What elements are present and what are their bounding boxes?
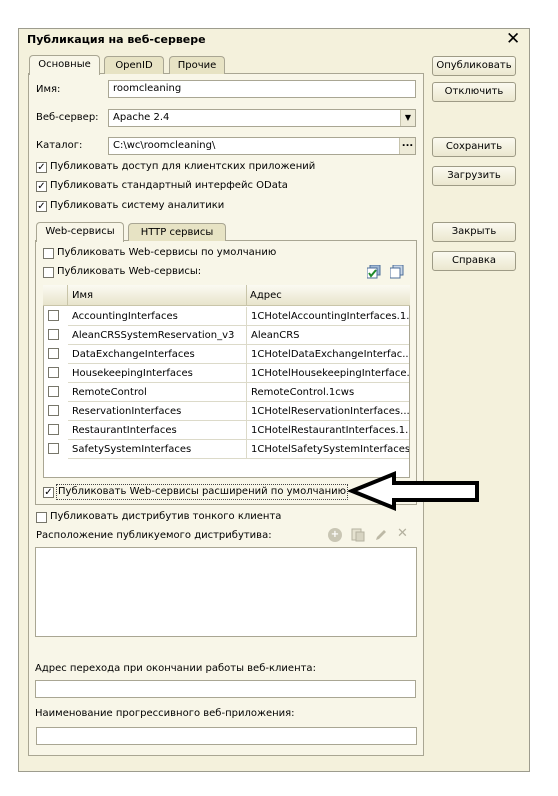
- publish-ws-checkbox[interactable]: [43, 267, 54, 278]
- table-row[interactable]: AccountingInterfaces 1CHotelAccountingIn…: [44, 307, 409, 326]
- row-checkbox[interactable]: [48, 367, 59, 378]
- row-name: HousekeepingInterfaces: [68, 364, 246, 383]
- column-header-name[interactable]: Имя: [72, 290, 93, 301]
- distr-location-label: Расположение публикуемого дистрибутива:: [36, 530, 272, 541]
- row-checkbox[interactable]: [48, 386, 59, 397]
- publish-analytics-label: Публиковать систему аналитики: [50, 200, 225, 211]
- table-row[interactable]: SafetySystemInterfaces 1CHotelSafetySyst…: [44, 440, 409, 459]
- table-row[interactable]: RemoteControl RemoteControl.1cws: [44, 383, 409, 402]
- publish-thin-client-label: Публиковать дистрибутив тонкого клиента: [50, 511, 282, 522]
- tab-other[interactable]: Прочие: [169, 56, 225, 74]
- name-input[interactable]: roomcleaning: [108, 80, 416, 98]
- publish-analytics-checkbox[interactable]: ✓: [36, 201, 47, 212]
- row-address: 1CHotelHousekeepingInterface...: [246, 364, 409, 383]
- table-row[interactable]: HousekeepingInterfaces 1CHotelHousekeepi…: [44, 364, 409, 383]
- table-header: [43, 285, 410, 306]
- publish-ws-extensions-label: Публиковать Web-сервисы расширений по ум…: [56, 484, 349, 500]
- edit-icon[interactable]: [374, 528, 388, 542]
- column-header-address[interactable]: Адрес: [250, 290, 282, 301]
- publish-ws-default-checkbox[interactable]: [43, 248, 54, 259]
- unpublish-button[interactable]: Отключить: [432, 82, 516, 102]
- row-checkbox[interactable]: [48, 310, 59, 321]
- save-button[interactable]: Сохранить: [432, 137, 516, 157]
- row-name: RemoteControl: [68, 383, 246, 402]
- row-name: RestaurantInterfaces: [68, 421, 246, 440]
- row-checkbox[interactable]: [48, 443, 59, 454]
- exit-url-input[interactable]: [35, 680, 416, 698]
- pwa-name-label: Наименование прогрессивного веб-приложен…: [35, 708, 295, 719]
- catalog-input[interactable]: C:\wc\roomcleaning\: [108, 137, 416, 155]
- pwa-name-input[interactable]: [36, 727, 417, 745]
- publish-ws-default-label: Публиковать Web-сервисы по умолчанию: [57, 247, 277, 258]
- close-button[interactable]: Закрыть: [432, 222, 516, 242]
- row-name: AleanCRSSystemReservation_v3: [68, 326, 246, 345]
- publish-client-access-label: Публиковать доступ для клиентских прилож…: [50, 161, 316, 172]
- header-divider: [67, 285, 68, 306]
- publish-odata-label: Публиковать стандартный интерфейс OData: [50, 180, 288, 191]
- distr-location-list[interactable]: [35, 547, 417, 637]
- row-checkbox[interactable]: [48, 329, 59, 340]
- row-address: 1CHotelRestaurantInterfaces.1...: [246, 421, 409, 440]
- table-row[interactable]: RestaurantInterfaces 1CHotelRestaurantIn…: [44, 421, 409, 440]
- exit-url-label: Адрес перехода при окончании работы веб-…: [35, 663, 316, 674]
- header-divider: [246, 285, 247, 306]
- row-address: 1CHotelReservationInterfaces....: [246, 402, 409, 421]
- row-name: AccountingInterfaces: [68, 307, 246, 326]
- row-address: RemoteControl.1cws: [246, 383, 409, 402]
- publish-thin-client-checkbox[interactable]: [36, 512, 47, 523]
- row-checkbox[interactable]: [48, 424, 59, 435]
- tab-http-services[interactable]: HTTP сервисы: [128, 223, 226, 241]
- row-address: 1CHotelAccountingInterfaces.1...: [246, 307, 409, 326]
- pointer-arrow-icon: [346, 471, 482, 511]
- publish-client-access-checkbox[interactable]: ✓: [36, 162, 47, 173]
- add-icon[interactable]: +: [328, 528, 342, 542]
- catalog-label: Каталог:: [36, 140, 83, 151]
- table-row[interactable]: DataExchangeInterfaces 1CHotelDataExchan…: [44, 345, 409, 364]
- dropdown-arrow-icon[interactable]: ▼: [400, 110, 415, 126]
- table-row[interactable]: ReservationInterfaces 1CHotelReservation…: [44, 402, 409, 421]
- row-name: ReservationInterfaces: [68, 402, 246, 421]
- close-icon[interactable]: ✕: [506, 29, 520, 49]
- row-address: 1CHotelDataExchangeInterfac...: [246, 345, 409, 364]
- load-button[interactable]: Загрузить: [432, 166, 516, 186]
- row-address: AleanCRS: [246, 326, 409, 345]
- tab-main[interactable]: Основные: [29, 55, 100, 75]
- publish-odata-checkbox[interactable]: ✓: [36, 181, 47, 192]
- check-all-icon[interactable]: [366, 264, 381, 279]
- copy-icon[interactable]: [351, 528, 365, 542]
- help-button[interactable]: Справка: [432, 251, 516, 271]
- web-server-label: Веб-сервер:: [36, 112, 99, 123]
- table-row[interactable]: AleanCRSSystemReservation_v3 AleanCRS: [44, 326, 409, 345]
- row-checkbox[interactable]: [48, 405, 59, 416]
- publish-ws-label: Публиковать Web-сервисы:: [57, 266, 202, 277]
- dialog-title: Публикация на веб-сервере: [27, 33, 206, 46]
- name-label: Имя:: [36, 84, 61, 95]
- publish-button[interactable]: Опубликовать: [432, 56, 516, 76]
- row-name: DataExchangeInterfaces: [68, 345, 246, 364]
- tab-web-services[interactable]: Web-сервисы: [36, 222, 124, 242]
- row-address: 1CHotelSafetySystemInterfaces....: [246, 440, 409, 459]
- publish-ws-extensions-checkbox[interactable]: ✓: [43, 487, 54, 498]
- row-checkbox[interactable]: [48, 348, 59, 359]
- browse-button[interactable]: ...: [399, 138, 415, 154]
- web-server-select[interactable]: Apache 2.4: [108, 109, 416, 127]
- tab-openid[interactable]: OpenID: [104, 56, 164, 74]
- uncheck-all-icon[interactable]: [389, 264, 404, 279]
- row-name: SafetySystemInterfaces: [68, 440, 246, 459]
- delete-icon[interactable]: ✕: [397, 527, 411, 541]
